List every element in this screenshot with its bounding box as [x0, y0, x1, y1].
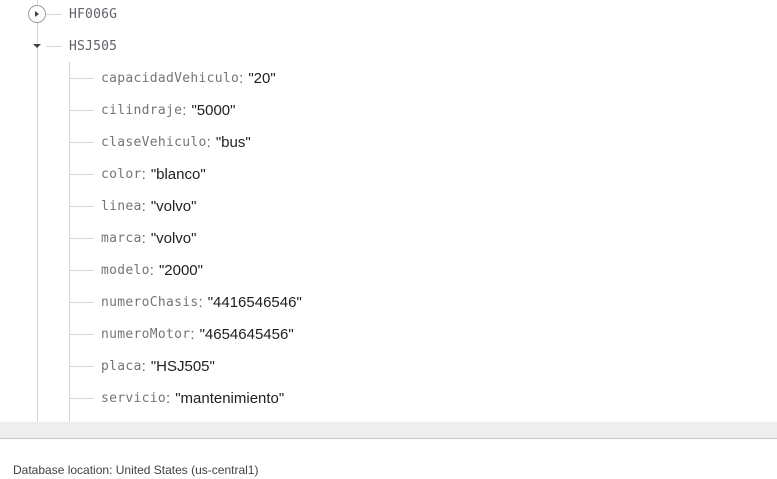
tree-connector — [70, 366, 94, 367]
tree-connector — [70, 174, 94, 175]
field-separator: : — [141, 357, 146, 375]
tree-connector — [70, 78, 94, 79]
field-value[interactable]: "4416546546" — [208, 294, 302, 311]
field-row[interactable]: marca: "volvo" — [101, 225, 196, 251]
tree-guide-line — [69, 62, 70, 422]
field-row[interactable]: numeroChasis: "4416546546" — [101, 289, 302, 315]
field-key: numeroMotor — [101, 326, 191, 342]
field-separator: : — [141, 229, 146, 247]
field-row[interactable]: placa: "HSJ505" — [101, 353, 215, 379]
expand-node-toggle[interactable] — [28, 5, 46, 23]
caret-down-icon — [33, 44, 41, 48]
field-key: servicio — [101, 390, 167, 406]
tree-guide-line — [37, 0, 38, 422]
play-triangle-icon — [35, 11, 39, 17]
field-separator: : — [198, 293, 203, 311]
field-separator: : — [206, 133, 211, 151]
database-footer: Database location: United States (us-cen… — [0, 439, 777, 479]
field-separator: : — [141, 197, 146, 215]
node-key[interactable]: HSJ505 — [69, 39, 117, 54]
field-value[interactable]: "2000" — [159, 262, 203, 279]
field-value[interactable]: "bus" — [216, 134, 251, 151]
tree-connector — [70, 398, 94, 399]
field-key: cilindraje — [101, 102, 183, 118]
field-value[interactable]: "mantenimiento" — [175, 390, 284, 407]
tree-connector — [70, 142, 94, 143]
field-separator: : — [239, 69, 244, 87]
field-key: color — [101, 166, 142, 182]
database-tree: HF006G HSJ505 capacidadVehiculo: "20" cil… — [0, 0, 777, 422]
field-key: linea — [101, 198, 142, 214]
field-row[interactable]: color: "blanco" — [101, 161, 206, 187]
field-separator: : — [141, 165, 146, 183]
field-value[interactable]: "20" — [248, 70, 275, 87]
field-key: claseVehiculo — [101, 134, 207, 150]
field-row[interactable]: numeroMotor: "4654645456" — [101, 321, 294, 347]
field-row[interactable]: claseVehiculo: "bus" — [101, 129, 251, 155]
tree-connector — [46, 14, 62, 15]
field-key: numeroChasis — [101, 294, 199, 310]
field-key: modelo — [101, 262, 150, 278]
field-value[interactable]: "volvo" — [151, 230, 197, 247]
field-value[interactable]: "HSJ505" — [151, 358, 215, 375]
tree-node-hf006g[interactable]: HF006G — [69, 1, 117, 27]
field-key: placa — [101, 358, 142, 374]
tree-connector — [46, 46, 62, 47]
node-key[interactable]: HF006G — [69, 7, 117, 22]
field-value[interactable]: "5000" — [191, 102, 235, 119]
tree-node-hsj505[interactable]: HSJ505 — [69, 33, 117, 59]
footer-divider — [0, 422, 777, 439]
field-value[interactable]: "volvo" — [151, 198, 197, 215]
field-separator: : — [149, 261, 154, 279]
field-separator: : — [182, 101, 187, 119]
field-row[interactable]: servicio: "mantenimiento" — [101, 385, 284, 411]
field-value[interactable]: "blanco" — [151, 166, 206, 183]
field-separator: : — [166, 389, 171, 407]
field-row[interactable]: cilindraje: "5000" — [101, 97, 235, 123]
collapse-node-toggle[interactable] — [28, 37, 46, 55]
database-location-text: Database location: United States (us-cen… — [13, 463, 259, 477]
tree-connector — [70, 206, 94, 207]
field-value[interactable]: "4654645456" — [200, 326, 294, 343]
tree-connector — [70, 270, 94, 271]
field-row[interactable]: capacidadVehiculo: "20" — [101, 65, 276, 91]
field-row[interactable]: modelo: "2000" — [101, 257, 203, 283]
field-key: capacidadVehiculo — [101, 70, 240, 86]
tree-connector — [70, 238, 94, 239]
tree-connector — [70, 302, 94, 303]
field-row[interactable]: linea: "volvo" — [101, 193, 196, 219]
tree-connector — [70, 334, 94, 335]
field-separator: : — [190, 325, 195, 343]
field-key: marca — [101, 230, 142, 246]
tree-connector — [70, 110, 94, 111]
